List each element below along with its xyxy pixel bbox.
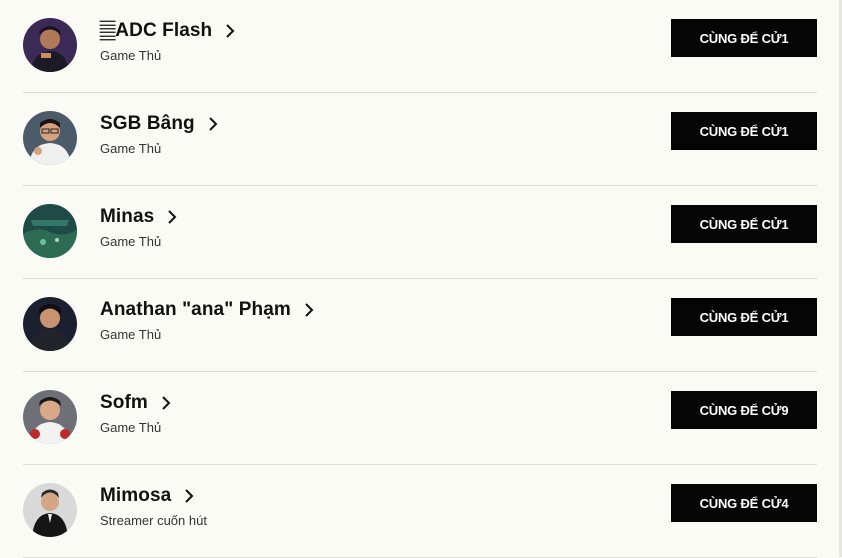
avatar-minas-icon — [23, 204, 77, 258]
vote-button[interactable]: CÙNG ĐỂ CỬ1 — [671, 298, 817, 336]
avatar-sgb-bang-icon — [23, 111, 77, 165]
avatar-adc-flash-icon — [23, 18, 77, 72]
player-role: Game Thủ — [100, 48, 162, 63]
player-role: Streamer cuốn hút — [100, 513, 207, 528]
chevron-right-icon — [183, 489, 195, 503]
player-role: Game Thủ — [100, 420, 162, 435]
list-item: Mimosa Streamer cuốn hút CÙNG ĐỂ CỬ4 — [23, 465, 817, 558]
chevron-right-icon — [224, 24, 236, 38]
avatar-anathan-icon — [23, 297, 77, 351]
avatar[interactable] — [23, 297, 77, 351]
player-role: Game Thủ — [100, 141, 162, 156]
avatar-mimosa-icon — [23, 483, 77, 537]
player-name-link[interactable]: Anathan "ana" Phạm — [100, 299, 315, 321]
player-name: 𝄛ADC Flash — [100, 20, 213, 41]
avatar[interactable] — [23, 204, 77, 258]
player-name-link[interactable]: SGB Bâng — [100, 113, 219, 135]
chevron-right-icon — [166, 210, 178, 224]
player-name: Sofm — [100, 392, 148, 413]
list-item: SGB Bâng Game Thủ CÙNG ĐỂ CỬ1 — [23, 93, 817, 186]
list-item: Sofm Game Thủ CÙNG ĐỂ CỬ9 — [23, 372, 817, 465]
vote-button[interactable]: CÙNG ĐỂ CỬ1 — [671, 19, 817, 57]
chevron-right-icon — [207, 117, 219, 131]
player-name: Minas — [100, 206, 155, 227]
list-item: Anathan "ana" Phạm Game Thủ CÙNG ĐỂ CỬ1 — [23, 279, 817, 372]
vote-button[interactable]: CÙNG ĐỂ CỬ1 — [671, 112, 817, 150]
player-role: Game Thủ — [100, 327, 162, 342]
chevron-right-icon — [303, 303, 315, 317]
player-name: SGB Bâng — [100, 113, 195, 134]
nominee-list: 𝄛ADC Flash Game Thủ CÙNG ĐỂ CỬ1 SGB Bâng — [23, 0, 817, 558]
player-role: Game Thủ — [100, 234, 162, 249]
vote-button[interactable]: CÙNG ĐỂ CỬ9 — [671, 391, 817, 429]
player-name: Mimosa — [100, 485, 172, 506]
list-item: Minas Game Thủ CÙNG ĐỂ CỬ1 — [23, 186, 817, 279]
vote-button[interactable]: CÙNG ĐỂ CỬ1 — [671, 205, 817, 243]
chevron-right-icon — [160, 396, 172, 410]
player-name: Anathan "ana" Phạm — [100, 299, 291, 320]
player-name-link[interactable]: Sofm — [100, 392, 172, 414]
avatar[interactable] — [23, 111, 77, 165]
avatar[interactable] — [23, 483, 77, 537]
player-name-link[interactable]: Mimosa — [100, 485, 195, 507]
avatar[interactable] — [23, 18, 77, 72]
list-item: 𝄛ADC Flash Game Thủ CÙNG ĐỂ CỬ1 — [23, 0, 817, 93]
avatar[interactable] — [23, 390, 77, 444]
player-name-link[interactable]: 𝄛ADC Flash — [100, 20, 236, 42]
player-name-link[interactable]: Minas — [100, 206, 178, 228]
avatar-sofm-icon — [23, 390, 77, 444]
vote-button[interactable]: CÙNG ĐỂ CỬ4 — [671, 484, 817, 522]
